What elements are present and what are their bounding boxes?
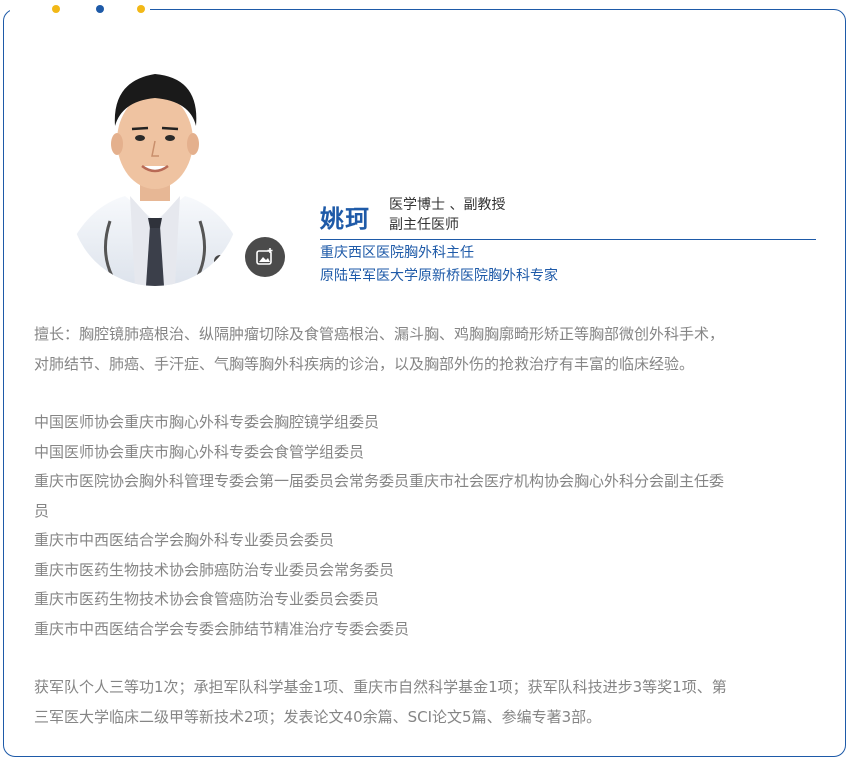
membership-item: 重庆市中西医结合学会胸外科专业委员会委员	[34, 531, 335, 549]
achievement-line: 获军队个人三等功1次；承担军队科学基金1项、重庆市自然科学基金1项；获军队科技进…	[34, 678, 727, 696]
membership-item: 重庆市医药生物技术协会食管癌防治专业委员会委员	[34, 590, 380, 608]
profile-details: 擅长：胸腔镜肺癌根治、纵隔肿瘤切除及食管癌根治、漏斗胸、鸡胸胸廓畸形矫正等胸部微…	[34, 320, 824, 732]
title-rank: 副主任医师	[389, 217, 459, 233]
membership-item: 中国医师协会重庆市胸心外科专委会胸腔镜学组委员	[34, 413, 380, 431]
add-photo-icon	[256, 248, 273, 265]
membership-item: 中国医师协会重庆市胸心外科专委会食管学组委员	[34, 442, 365, 461]
achievement-line: 三军医大学临床二级甲等新技术2项；发表论文40余篇、SCI论文5篇、参编专著3部…	[34, 707, 602, 726]
doctor-name: 姚珂	[320, 205, 370, 233]
decor-dot-blue	[96, 5, 104, 13]
decor-dot-yellow	[52, 5, 60, 13]
doctor-portrait	[70, 46, 240, 286]
add-photo-button[interactable]	[245, 237, 285, 277]
membership-item: 员	[34, 501, 50, 520]
specialty-line: 擅长：胸腔镜肺癌根治、纵隔肿瘤切除及食管癌根治、漏斗胸、鸡胸胸廓畸形矫正等胸部微…	[34, 325, 725, 343]
role-former: 原陆军军医大学原新桥医院胸外科专家	[320, 268, 558, 284]
doctor-roles: 重庆西区医院胸外科主任 原陆军军医大学原新桥医院胸外科专家	[320, 242, 558, 288]
doctor-titles: 医学博士 、副教授 副主任医师	[389, 195, 505, 235]
role-current: 重庆西区医院胸外科主任	[320, 245, 474, 261]
decor-dot-yellow	[137, 5, 145, 13]
divider	[320, 239, 816, 240]
specialty-line: 对肺结节、肺癌、手汗症、气胸等胸外科疾病的诊治，以及胸部外伤的抢救治疗有丰富的临…	[34, 354, 695, 373]
membership-item: 重庆市医药生物技术协会肺癌防治专业委员会常务委员	[34, 560, 395, 579]
card-top-decoration	[10, 0, 150, 18]
membership-item: 重庆市医院协会胸外科管理专委会第一届委员会常务委员重庆市社会医疗机构协会胸心外科…	[34, 472, 725, 490]
membership-item: 重庆市中西医结合学会专委会肺结节精准治疗专委会委员	[34, 619, 410, 638]
title-degree: 医学博士 、副教授	[389, 197, 506, 213]
